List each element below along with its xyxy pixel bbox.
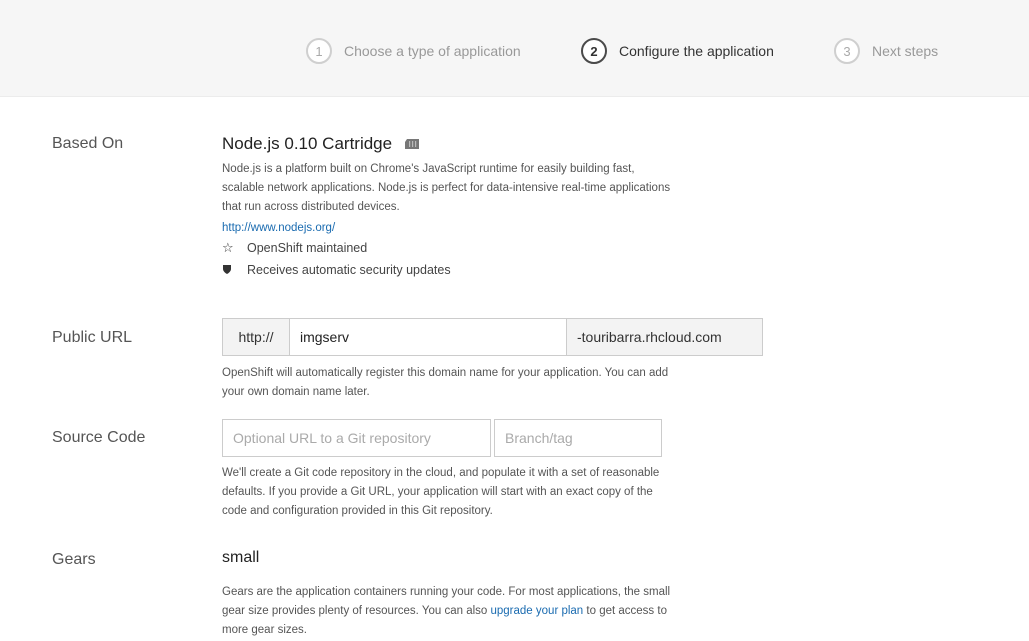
step-number: 1 [306, 38, 332, 64]
source-code-inputs [222, 419, 662, 457]
wizard-steps: 1 Choose a type of application 2 Configu… [0, 0, 1029, 97]
source-code-label: Source Code [52, 429, 146, 446]
step-next-steps: 3 Next steps [834, 36, 938, 66]
step-configure: 2 Configure the application [581, 36, 774, 66]
upgrade-plan-link[interactable]: upgrade your plan [491, 605, 584, 617]
cartridge-title: Node.js 0.10 Cartridge [222, 134, 670, 154]
cartridge-name: Node.js 0.10 Cartridge [222, 134, 393, 153]
step-label: Configure the application [619, 43, 774, 59]
git-repo-input[interactable] [222, 419, 491, 457]
step-label: Next steps [872, 43, 939, 59]
url-prefix: http:// [222, 318, 289, 356]
public-url-label: Public URL [52, 329, 133, 346]
gears-value: small [222, 549, 260, 566]
app-name-input[interactable] [289, 318, 567, 356]
branch-tag-input[interactable] [494, 419, 662, 457]
source-code-help: We'll create a Git code repository in th… [222, 467, 660, 517]
step-label: Choose a type of application [344, 43, 521, 59]
gears-help: Gears are the application containers run… [222, 586, 671, 636]
public-url-group: http:// -touribarra.rhcloud.com [222, 318, 763, 356]
url-suffix: -touribarra.rhcloud.com [567, 318, 763, 356]
step-number: 2 [581, 38, 607, 64]
gears-label: Gears [52, 551, 96, 568]
cartridge-description: Node.js is a platform built on Chrome's … [222, 163, 671, 213]
feature-maintained: ☆ OpenShift maintained [222, 240, 368, 255]
cartridge-link[interactable]: http://www.nodejs.org/ [222, 222, 670, 234]
feature-security-updates: Receives automatic security updates [222, 259, 670, 281]
based-on-section: Node.js 0.10 Cartridge Node.js is a plat… [222, 134, 670, 281]
based-on-label: Based On [52, 135, 124, 152]
star-outline-icon: ☆ [222, 240, 234, 255]
shield-icon [222, 263, 238, 278]
cartridge-icon [405, 139, 420, 149]
step-choose-type[interactable]: 1 Choose a type of application [306, 36, 521, 66]
step-number: 3 [834, 38, 860, 64]
public-url-help: OpenShift will automatically register th… [222, 367, 669, 398]
